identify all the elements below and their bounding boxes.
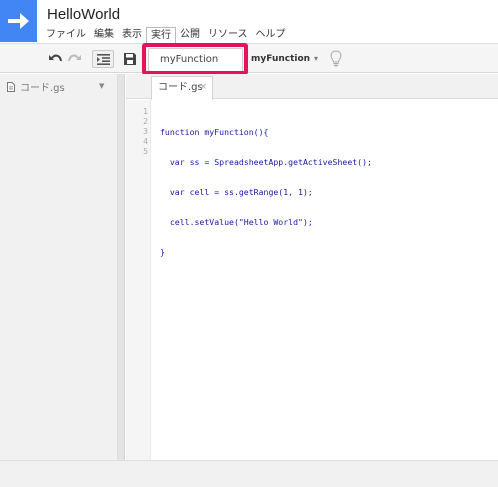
toolbar: myFunction myFunction ▾ bbox=[0, 43, 498, 73]
code-editor[interactable]: function myFunction(){ var ss = Spreadsh… bbox=[160, 107, 372, 267]
indent-icon bbox=[96, 53, 110, 65]
chevron-down-icon[interactable]: ▾ bbox=[314, 54, 318, 63]
code-line[interactable]: } bbox=[160, 247, 372, 257]
line-number: 1 bbox=[143, 107, 148, 116]
code-line[interactable]: cell.setValue("Hello World"); bbox=[160, 217, 372, 227]
tab-code-gs[interactable]: コード.gs × bbox=[151, 76, 213, 100]
close-icon[interactable]: × bbox=[199, 77, 207, 98]
sidebar-file-item[interactable]: コード.gs bbox=[7, 79, 65, 94]
menu-bar: ファイル 編集 表示 実行 公開 リソース ヘルプ bbox=[42, 27, 290, 43]
menu-file[interactable]: ファイル bbox=[42, 27, 90, 43]
sidebar-file-label: コード.gs bbox=[20, 83, 65, 94]
redo-icon bbox=[68, 54, 81, 62]
code-line[interactable]: function myFunction(){ bbox=[160, 127, 372, 137]
app-logo[interactable] bbox=[0, 0, 37, 42]
line-numbers: 1 2 3 4 5 bbox=[126, 107, 148, 157]
redo-button[interactable] bbox=[66, 50, 84, 68]
menu-publish[interactable]: 公開 bbox=[176, 27, 204, 43]
line-number: 2 bbox=[143, 117, 148, 126]
lightbulb-icon bbox=[330, 50, 342, 67]
line-number: 3 bbox=[143, 127, 148, 136]
menu-help[interactable]: ヘルプ bbox=[252, 27, 290, 43]
editor-tab-bar: コード.gs × bbox=[126, 74, 498, 100]
save-button[interactable] bbox=[122, 50, 138, 68]
sidebar-splitter[interactable] bbox=[118, 74, 125, 460]
line-number: 4 bbox=[143, 137, 148, 146]
code-line[interactable]: var ss = SpreadsheetApp.getActiveSheet()… bbox=[160, 157, 372, 167]
tab-label: コード.gs bbox=[158, 82, 203, 93]
file-icon bbox=[7, 81, 15, 92]
file-sidebar: コード.gs ▼ bbox=[0, 74, 118, 460]
menu-edit[interactable]: 編集 bbox=[90, 27, 118, 43]
undo-icon bbox=[49, 54, 62, 62]
menu-view[interactable]: 表示 bbox=[118, 27, 146, 43]
highlight-box bbox=[142, 43, 248, 75]
run-function-select[interactable]: myFunction bbox=[251, 54, 310, 64]
debug-lightbulb-button[interactable] bbox=[330, 50, 342, 71]
code-line[interactable]: var cell = ss.getRange(1, 1); bbox=[160, 187, 372, 197]
arrow-right-icon bbox=[8, 13, 29, 29]
auto-indent-button[interactable] bbox=[92, 50, 114, 68]
menu-run[interactable]: 実行 bbox=[146, 27, 176, 43]
undo-button[interactable] bbox=[46, 50, 64, 68]
project-title[interactable]: HelloWorld bbox=[47, 6, 120, 23]
status-bar bbox=[0, 460, 498, 487]
save-icon bbox=[124, 53, 136, 65]
caret-down-icon[interactable]: ▼ bbox=[99, 82, 104, 90]
menu-resources[interactable]: リソース bbox=[204, 27, 252, 43]
line-number: 5 bbox=[143, 147, 148, 156]
